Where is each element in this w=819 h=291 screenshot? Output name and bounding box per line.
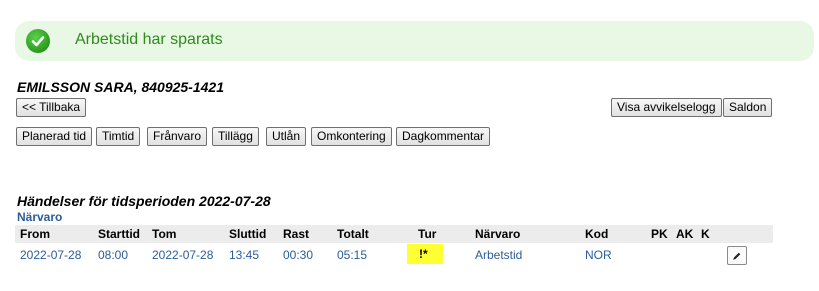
cell-rast: 00:30 <box>283 248 314 262</box>
tab-loan[interactable]: Utlån <box>266 127 307 146</box>
column-header-kod: Kod <box>585 227 609 241</box>
cell-tur: !* <box>419 247 428 261</box>
tab-day-comment[interactable]: Dagkommentar <box>396 127 491 146</box>
column-header-totalt: Totalt <box>337 227 369 241</box>
column-header-tom: Tom <box>152 227 177 241</box>
cell-kod: NOR <box>585 248 612 262</box>
column-header-tur: Tur <box>418 227 437 241</box>
cell-tom: 2022-07-28 <box>152 248 214 262</box>
column-header-ak: AK <box>676 227 694 241</box>
back-button[interactable]: << Tillbaka <box>16 98 87 117</box>
tab-planned-time[interactable]: Planerad tid <box>16 127 93 146</box>
balances-button[interactable]: Saldon <box>723 98 773 117</box>
events-title: Händelser för tidsperioden 2022-07-28 <box>17 193 271 209</box>
tab-absence[interactable]: Frånvaro <box>147 127 208 146</box>
column-header-from: From <box>20 227 50 241</box>
column-header-sluttid: Sluttid <box>229 227 267 241</box>
column-header-starttid: Starttid <box>98 227 140 241</box>
tab-reallocation[interactable]: Omkontering <box>311 127 392 146</box>
cell-narvaro: Arbetstid <box>475 248 523 262</box>
deviation-log-button[interactable]: Visa avvikelselogg <box>611 98 722 117</box>
success-banner: Arbetstid har sparats <box>15 21 814 61</box>
cell-totalt: 05:15 <box>337 248 368 262</box>
cell-sluttid: 13:45 <box>229 248 260 262</box>
column-header-pk: PK <box>651 227 668 241</box>
column-header-k: K <box>701 227 710 241</box>
tab-hourly-time[interactable]: Timtid <box>96 127 141 146</box>
column-header-narvaro: Närvaro <box>475 227 521 241</box>
cell-starttid: 08:00 <box>98 248 129 262</box>
check-icon <box>26 29 50 53</box>
edit-row-button[interactable] <box>727 246 747 265</box>
success-message: Arbetstid har sparats <box>75 31 223 48</box>
cell-from: 2022-07-28 <box>20 248 82 262</box>
tab-allowance[interactable]: Tillägg <box>212 127 259 146</box>
pencil-icon <box>733 252 741 260</box>
events-subtitle: Närvaro <box>17 210 63 224</box>
employee-title: EMILSSON SARA, 840925-1421 <box>17 79 224 95</box>
column-header-rast: Rast <box>283 227 310 241</box>
